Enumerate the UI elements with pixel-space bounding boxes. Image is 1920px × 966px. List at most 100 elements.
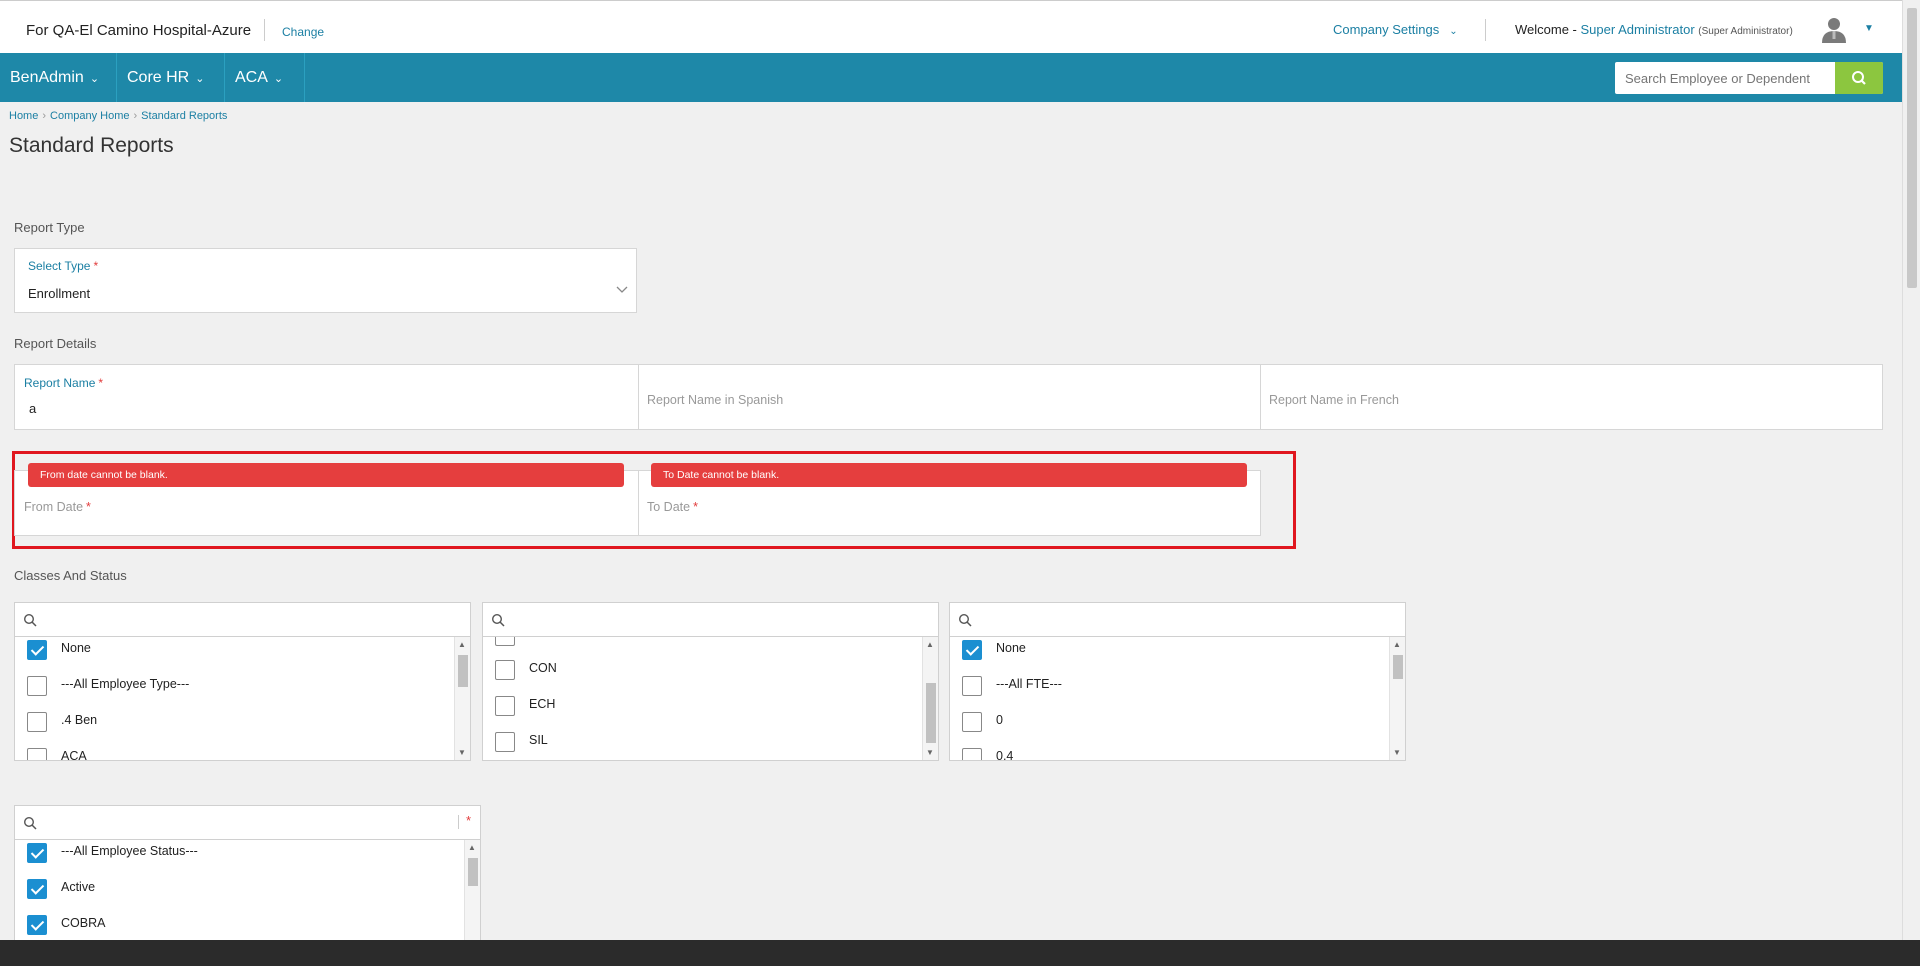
list-item-label: COBRA bbox=[61, 916, 106, 930]
select-type-value: Enrollment bbox=[28, 286, 91, 301]
search-icon bbox=[958, 613, 972, 627]
nav-benadmin-label: BenAdmin bbox=[10, 69, 84, 86]
search-icon bbox=[491, 613, 505, 627]
field-divider bbox=[1260, 365, 1261, 429]
from-date-input[interactable]: From Date * bbox=[24, 500, 624, 514]
page-title: Standard Reports bbox=[9, 134, 174, 157]
breadcrumb-standard-reports[interactable]: Standard Reports bbox=[141, 110, 227, 122]
field-divider bbox=[638, 365, 639, 429]
scroll-down-icon[interactable]: ▼ bbox=[458, 748, 466, 758]
class-list: CON ECH SIL ▲ ▼ bbox=[482, 602, 939, 761]
checkbox[interactable] bbox=[27, 712, 47, 732]
required-mark: * bbox=[86, 500, 91, 514]
scroll-up-icon[interactable]: ▲ bbox=[458, 640, 466, 650]
divider bbox=[458, 815, 459, 829]
from-date-error: From date cannot be blank. bbox=[28, 463, 624, 487]
scroll-thumb[interactable] bbox=[458, 655, 468, 687]
list-scrollbar[interactable]: ▲ ▼ bbox=[1389, 637, 1405, 760]
to-date-error: To Date cannot be blank. bbox=[651, 463, 1247, 487]
required-mark: * bbox=[93, 259, 99, 273]
checkbox[interactable] bbox=[495, 637, 515, 646]
employee-type-list: None ---All Employee Type--- .4 Ben ACA … bbox=[14, 602, 471, 761]
header-divider bbox=[1485, 19, 1486, 41]
employee-status-search-input[interactable] bbox=[43, 812, 415, 834]
report-name-spanish-input[interactable]: Report Name in Spanish bbox=[647, 393, 1247, 407]
employee-type-items: None ---All Employee Type--- .4 Ben ACA bbox=[15, 637, 454, 760]
checkbox[interactable] bbox=[962, 676, 982, 696]
page-scrollbar[interactable] bbox=[1902, 0, 1920, 940]
employee-status-list: * ---All Employee Status--- Active COBRA… bbox=[14, 805, 481, 940]
search-icon bbox=[1852, 71, 1866, 85]
breadcrumb-separator: › bbox=[133, 110, 138, 122]
user-role: (Super Administrator) bbox=[1698, 26, 1793, 37]
list-scrollbar[interactable]: ▲ ▼ bbox=[454, 637, 470, 760]
required-mark: * bbox=[693, 500, 698, 514]
welcome-prefix: Welcome - bbox=[1515, 22, 1581, 37]
header-divider bbox=[264, 19, 265, 41]
scroll-thumb[interactable] bbox=[1393, 655, 1403, 679]
report-details-section-label: Report Details bbox=[14, 336, 97, 351]
change-company-link[interactable]: Change bbox=[282, 25, 324, 39]
to-date-label: To Date bbox=[647, 500, 691, 514]
scroll-thumb[interactable] bbox=[926, 683, 936, 743]
required-mark: * bbox=[98, 376, 104, 390]
employee-type-search-input[interactable] bbox=[43, 609, 407, 631]
checkbox[interactable] bbox=[962, 640, 982, 660]
employee-search-input[interactable] bbox=[1615, 62, 1835, 94]
checkbox[interactable] bbox=[27, 915, 47, 935]
checkbox[interactable] bbox=[495, 732, 515, 752]
list-scrollbar[interactable]: ▲ ▼ bbox=[922, 637, 938, 760]
scroll-thumb[interactable] bbox=[468, 858, 478, 886]
user-name-link[interactable]: Super Administrator bbox=[1581, 22, 1695, 37]
scroll-up-icon[interactable]: ▲ bbox=[926, 640, 934, 650]
report-name-input[interactable]: a bbox=[29, 401, 629, 421]
to-date-input[interactable]: To Date * bbox=[647, 500, 1247, 514]
welcome-text: Welcome - Super Administrator (Super Adm… bbox=[1515, 22, 1793, 37]
fte-list: None ---All FTE--- 0 0.4 ▲ ▼ bbox=[949, 602, 1406, 761]
checkbox[interactable] bbox=[27, 843, 47, 863]
list-item-label: 0.4 bbox=[996, 749, 1014, 760]
list-scrollbar[interactable]: ▲ bbox=[464, 840, 480, 940]
class-items: CON ECH SIL bbox=[483, 637, 922, 760]
checkbox[interactable] bbox=[495, 660, 515, 680]
user-menu-caret-icon[interactable]: ▼ bbox=[1864, 23, 1874, 34]
chevron-down-icon: ⌄ bbox=[273, 73, 284, 85]
company-settings-menu[interactable]: Company Settings ⌄ bbox=[1333, 22, 1458, 37]
top-header: For QA-El Camino Hospital-Azure Change C… bbox=[0, 0, 1902, 53]
list-item-label: CON bbox=[529, 661, 557, 675]
fte-search bbox=[950, 603, 1405, 637]
nav-core-hr[interactable]: Core HR ⌄ bbox=[117, 53, 225, 102]
nav-core-hr-label: Core HR bbox=[127, 69, 190, 86]
report-details-panel: Report Name * a Report Name in Spanish Re… bbox=[14, 364, 1883, 430]
class-search bbox=[483, 603, 938, 637]
avatar[interactable] bbox=[1820, 15, 1848, 43]
breadcrumb-company-home[interactable]: Company Home bbox=[50, 110, 129, 122]
checkbox[interactable] bbox=[495, 696, 515, 716]
scroll-up-icon[interactable]: ▲ bbox=[468, 843, 476, 853]
breadcrumb-home[interactable]: Home bbox=[9, 110, 38, 122]
list-item-label: ACA bbox=[61, 749, 87, 760]
fte-search-input[interactable] bbox=[978, 609, 1342, 631]
select-type-dropdown[interactable]: Select Type * Enrollment bbox=[14, 248, 637, 313]
list-item-label: ---All Employee Type--- bbox=[61, 677, 190, 691]
checkbox[interactable] bbox=[962, 748, 982, 760]
checkbox[interactable] bbox=[27, 748, 47, 760]
employee-status-search: * bbox=[15, 806, 480, 840]
chevron-down-icon: ⌄ bbox=[195, 73, 205, 85]
employee-status-items: ---All Employee Status--- Active COBRA bbox=[15, 840, 464, 940]
scroll-down-icon[interactable]: ▼ bbox=[926, 748, 934, 758]
nav-benadmin[interactable]: BenAdmin ⌄ bbox=[0, 53, 117, 102]
checkbox[interactable] bbox=[27, 879, 47, 899]
page-scroll-thumb[interactable] bbox=[1907, 8, 1917, 288]
scroll-down-icon[interactable]: ▼ bbox=[1393, 748, 1401, 758]
checkbox[interactable] bbox=[27, 640, 47, 660]
search-button[interactable] bbox=[1835, 62, 1883, 94]
checkbox[interactable] bbox=[962, 712, 982, 732]
class-search-input[interactable] bbox=[511, 609, 875, 631]
fte-items: None ---All FTE--- 0 0.4 bbox=[950, 637, 1389, 760]
scroll-up-icon[interactable]: ▲ bbox=[1393, 640, 1401, 650]
report-name-label-text: Report Name bbox=[24, 376, 96, 390]
report-name-french-input[interactable]: Report Name in French bbox=[1269, 393, 1869, 407]
checkbox[interactable] bbox=[27, 676, 47, 696]
nav-aca[interactable]: ACA ⌄ bbox=[225, 53, 305, 102]
